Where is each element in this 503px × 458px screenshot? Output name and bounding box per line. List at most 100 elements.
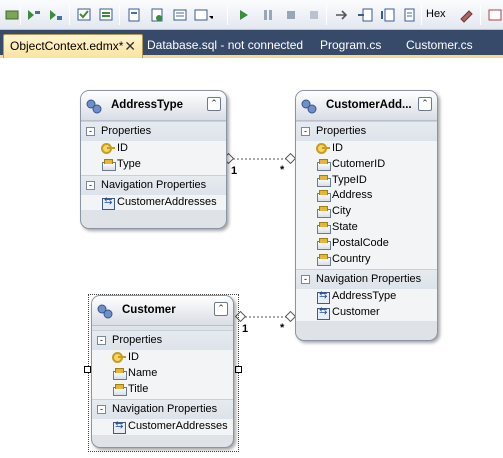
navigation-icon <box>316 304 330 321</box>
entity-title: AddressType <box>111 99 184 111</box>
tab-program-cs[interactable]: Program.cs <box>314 34 396 58</box>
navigation-row[interactable]: Customer <box>296 304 437 321</box>
doc-icon[interactable] <box>124 5 144 25</box>
multiplicity-label: * <box>280 164 285 176</box>
entity-addresstype[interactable]: AddressType ⌃ - Properties ID Type - Nav… <box>80 90 227 229</box>
toolbar-separator <box>326 5 327 25</box>
property-icon <box>316 205 331 219</box>
restart-icon[interactable] <box>304 5 324 25</box>
section-label: Navigation Properties <box>316 273 422 286</box>
play-icon[interactable] <box>234 5 254 25</box>
designer-canvas[interactable]: 1 * 1 * AddressType ⌃ - Properties ID Ty… <box>0 61 503 458</box>
pause-icon[interactable] <box>258 5 278 25</box>
minus-icon[interactable]: - <box>86 180 95 190</box>
minus-icon[interactable]: - <box>97 405 106 415</box>
property-row[interactable]: Title <box>92 382 233 398</box>
properties-section-header[interactable]: - Properties <box>92 330 233 350</box>
tab-label: Customer.cs <box>406 38 473 52</box>
tab-label: Database.sql - not connected <box>147 38 304 52</box>
navigation-icon <box>316 288 330 305</box>
navigation-name: CustomerAddresses <box>128 420 228 433</box>
collapse-icon[interactable]: ⌃ <box>207 97 221 111</box>
stop-icon[interactable] <box>281 5 301 25</box>
collapse-icon[interactable]: ⌃ <box>214 302 228 316</box>
entity-header[interactable]: CustomerAdd... ⌃ <box>296 91 437 121</box>
property-name: ID <box>117 142 128 154</box>
property-name: Country <box>332 252 371 265</box>
window-icon[interactable] <box>74 5 94 25</box>
minus-icon[interactable]: - <box>301 127 310 136</box>
property-name: ID <box>332 142 343 154</box>
property-row[interactable]: ID <box>81 141 226 157</box>
property-row[interactable]: City <box>296 204 437 220</box>
navigation-section-header[interactable]: - Navigation Properties <box>92 399 233 420</box>
property-name: Title <box>128 382 149 395</box>
property-row[interactable]: CutomerID <box>296 157 437 173</box>
dropdown-icon[interactable] <box>193 5 213 25</box>
navigation-row[interactable]: CustomerAddresses <box>92 418 233 435</box>
property-icon <box>316 158 331 171</box>
entity-header[interactable]: Customer ⌃ <box>92 296 233 326</box>
navigation-section-header[interactable]: - Navigation Properties <box>296 269 437 290</box>
minus-icon[interactable]: - <box>86 127 95 136</box>
entity-header[interactable]: AddressType ⌃ <box>81 91 226 121</box>
key-icon <box>112 351 126 364</box>
property-row[interactable]: ID <box>296 141 437 157</box>
toggle-icon[interactable] <box>2 5 22 25</box>
property-row[interactable]: Type <box>81 157 226 173</box>
tab-objectcontext[interactable]: ObjectContext.edmx* ✕ <box>3 34 143 58</box>
navigation-row[interactable]: CustomerAddresses <box>81 194 226 211</box>
property-row[interactable]: TypeID <box>296 173 437 189</box>
multiplicity-label: 1 <box>242 323 249 335</box>
toolbar: Hex <box>0 0 503 30</box>
entity-title: CustomerAdd... <box>326 99 412 111</box>
property-row[interactable]: Address <box>296 188 437 204</box>
property-icon <box>316 253 331 266</box>
property-name: Type <box>117 157 141 170</box>
tab-database-sql[interactable]: Database.sql - not connected <box>141 34 311 58</box>
window2-icon[interactable] <box>96 5 116 25</box>
step-icon[interactable] <box>332 5 352 25</box>
property-icon <box>316 221 331 234</box>
stack-icon[interactable] <box>46 5 66 25</box>
close-icon[interactable]: ✕ <box>124 35 136 57</box>
toolbar-separator <box>480 5 481 25</box>
minus-icon[interactable]: - <box>97 336 106 345</box>
watch-icon[interactable] <box>399 5 419 25</box>
doc2-icon[interactable] <box>147 5 167 25</box>
collapse-icon[interactable]: ⌃ <box>418 97 432 111</box>
navigation-icon <box>101 194 115 210</box>
entity-customeraddress[interactable]: CustomerAdd... ⌃ - Properties ID Cutomer… <box>295 90 438 341</box>
property-row[interactable]: ID <box>92 350 233 366</box>
step-out-icon[interactable] <box>378 5 398 25</box>
settings-icon[interactable] <box>485 5 503 25</box>
property-row[interactable]: State <box>296 220 437 236</box>
tab-customer-cs[interactable]: Customer.cs <box>400 34 490 58</box>
multiplicity-label: 1 <box>231 165 238 177</box>
hex-label[interactable]: Hex <box>426 8 446 20</box>
property-name: Name <box>128 366 158 379</box>
key-icon <box>101 142 115 155</box>
hex-icon[interactable] <box>457 5 477 25</box>
resize-handle-right[interactable] <box>235 366 242 373</box>
document-tabs: ObjectContext.edmx* ✕ Database.sql - not… <box>0 30 503 58</box>
resize-handle-left[interactable] <box>84 366 91 373</box>
section-label: Properties <box>316 125 367 137</box>
step-over-icon[interactable] <box>355 5 375 25</box>
property-row[interactable]: Name <box>92 366 233 382</box>
tab-label: ObjectContext.edmx* <box>10 39 124 53</box>
properties-section-header[interactable]: - Properties <box>81 121 226 141</box>
run-icon[interactable] <box>24 5 44 25</box>
association-end-diamond <box>284 152 297 165</box>
navigation-icon <box>112 418 126 435</box>
property-name: City <box>332 205 351 218</box>
property-row[interactable]: Country <box>296 252 437 268</box>
list-icon[interactable] <box>170 5 190 25</box>
entity-customer[interactable]: Customer ⌃ - Properties ID Name Title - … <box>91 295 234 448</box>
navigation-row[interactable]: AddressType <box>296 288 437 305</box>
properties-section-header[interactable]: - Properties <box>296 121 437 141</box>
property-icon <box>101 158 116 171</box>
minus-icon[interactable]: - <box>301 275 310 285</box>
property-row[interactable]: PostalCode <box>296 236 437 252</box>
navigation-section-header[interactable]: - Navigation Properties <box>81 174 226 195</box>
